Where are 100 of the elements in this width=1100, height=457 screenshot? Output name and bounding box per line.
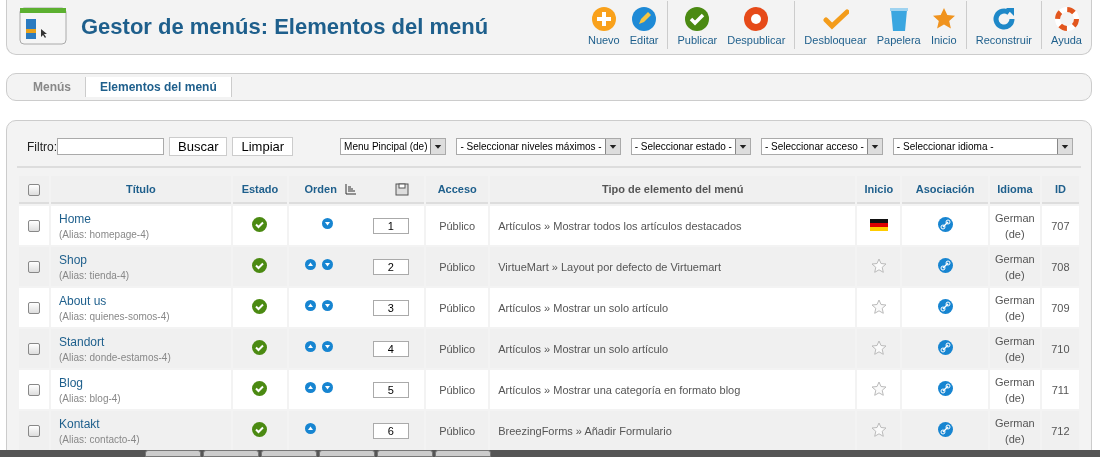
row-checkbox[interactable]	[28, 343, 40, 356]
order-field[interactable]: 2	[372, 258, 409, 275]
toolbar-button[interactable]: Editar	[624, 1, 664, 49]
order-field[interactable]: 1	[372, 217, 409, 234]
page-title: Gestor de menús: Elementos del menú	[81, 14, 490, 40]
published-icon[interactable]	[252, 299, 268, 314]
toolbar-button[interactable]: Inicio	[925, 1, 962, 49]
published-icon[interactable]	[252, 217, 268, 232]
select-all-checkbox[interactable]	[28, 183, 40, 196]
plus-icon	[590, 6, 617, 32]
move-down-icon[interactable]	[321, 258, 333, 270]
link-icon[interactable]	[937, 299, 953, 314]
link-icon[interactable]	[937, 422, 953, 437]
access-text: Público	[439, 219, 476, 232]
link-icon[interactable]	[937, 340, 953, 355]
alias-text: (Alias: homepage-4)	[59, 228, 151, 240]
star-icon[interactable]	[870, 421, 887, 438]
toolbar-button[interactable]: Papelera	[871, 1, 926, 49]
sort-icon[interactable]	[344, 183, 357, 195]
link-icon[interactable]	[937, 217, 953, 232]
star-icon[interactable]	[870, 298, 887, 315]
order-field[interactable]: 5	[372, 381, 409, 398]
row-checkbox[interactable]	[28, 261, 40, 274]
alias-text: (Alias: quienes-somos-4)	[59, 310, 171, 322]
order-field[interactable]: 4	[372, 340, 409, 357]
move-up-icon[interactable]	[304, 422, 316, 434]
toolbar-button[interactable]: Publicar	[672, 1, 723, 49]
order-field[interactable]: 3	[372, 299, 409, 316]
item-title-link[interactable]: Standort	[59, 334, 223, 349]
taskbar-button[interactable]	[203, 450, 259, 457]
item-title-link[interactable]: About us	[59, 293, 223, 308]
toolbar-button[interactable]: Nuevo	[582, 1, 625, 49]
published-icon[interactable]	[252, 340, 268, 355]
link-icon[interactable]	[937, 258, 953, 273]
alias-text: (Alias: donde-estamos-4)	[59, 351, 172, 363]
toolbar-button[interactable]: Reconstruir	[970, 1, 1037, 49]
submenu-link[interactable]: Elementos del menú	[86, 77, 232, 97]
row-checkbox[interactable]	[28, 220, 40, 233]
item-title-link[interactable]: Home	[59, 211, 223, 226]
star-icon[interactable]	[870, 257, 887, 274]
row-checkbox[interactable]	[28, 425, 40, 438]
star-icon[interactable]	[870, 380, 887, 397]
toolbar-button[interactable]: Despublicar	[722, 1, 791, 49]
order-field[interactable]: 6	[372, 422, 409, 439]
move-down-icon[interactable]	[321, 381, 333, 393]
column-header[interactable]: Título	[125, 183, 156, 195]
column-header[interactable]: Tipo de elemento del menú	[601, 183, 744, 195]
column-header[interactable]: Estado	[241, 183, 279, 195]
published-icon[interactable]	[252, 381, 268, 396]
filter-dropdown[interactable]: - Seleccionar estado -	[630, 138, 751, 155]
access-text: Público	[439, 424, 476, 437]
toolbar-button[interactable]: Ayuda	[1046, 1, 1087, 49]
taskbar-button[interactable]	[377, 450, 433, 457]
star-icon[interactable]	[870, 339, 887, 356]
check-icon	[684, 6, 711, 32]
row-checkbox[interactable]	[28, 302, 40, 315]
move-up-icon[interactable]	[304, 299, 316, 311]
move-down-icon[interactable]	[321, 217, 333, 229]
taskbar-button[interactable]	[261, 450, 317, 457]
published-icon[interactable]	[252, 422, 268, 437]
save-icon[interactable]	[394, 182, 409, 196]
column-header[interactable]: Idioma	[997, 183, 1033, 195]
access-text: Público	[439, 383, 476, 396]
item-type-text: Artículos » Mostrar una categoría en formato blog	[498, 383, 741, 396]
item-type-text: Artículos » Mostrar todos los artículos destacados	[498, 219, 742, 232]
move-up-icon[interactable]	[304, 381, 316, 393]
move-down-icon[interactable]	[321, 299, 333, 311]
column-header[interactable]: Asociación	[915, 183, 975, 195]
search-button[interactable]: Buscar	[169, 137, 228, 156]
column-header[interactable]: Acceso	[437, 183, 477, 195]
move-up-icon[interactable]	[304, 340, 316, 352]
id-text: 708	[1051, 260, 1070, 273]
link-icon[interactable]	[937, 381, 953, 396]
filter-dropdown[interactable]: - Seleccionar idioma -	[892, 138, 1073, 155]
filter-field[interactable]	[57, 138, 164, 155]
flag-icon[interactable]	[869, 218, 888, 231]
column-header[interactable]: Orden	[304, 183, 337, 195]
row-checkbox[interactable]	[28, 384, 40, 397]
filter-dropdown[interactable]: - Seleccionar niveles máximos -	[456, 138, 621, 155]
language-text: German (de)	[994, 210, 1036, 242]
item-title-link[interactable]: Blog	[59, 375, 223, 390]
taskbar-button[interactable]	[435, 450, 491, 457]
clear-button[interactable]: Limpiar	[232, 137, 294, 156]
item-title-link[interactable]: Shop	[59, 252, 223, 267]
item-type-text: Artículos » Mostrar un solo artículo	[498, 342, 669, 355]
stop-icon	[743, 6, 770, 32]
filter-dropdown[interactable]: Menu Pincipal (de)	[340, 138, 447, 155]
published-icon[interactable]	[252, 258, 268, 273]
item-title-link[interactable]: Kontakt	[59, 416, 223, 431]
column-header[interactable]: ID	[1054, 183, 1066, 195]
toolbar-button[interactable]: Desbloquear	[799, 1, 872, 49]
taskbar-button[interactable]	[319, 450, 375, 457]
item-type-text: Artículos » Mostrar un solo artículo	[498, 301, 669, 314]
column-header[interactable]: Inicio	[864, 183, 894, 195]
language-text: German (de)	[994, 251, 1036, 283]
move-down-icon[interactable]	[321, 340, 333, 352]
move-up-icon[interactable]	[304, 258, 316, 270]
alias-text: (Alias: blog-4)	[59, 392, 122, 404]
taskbar-button[interactable]	[145, 450, 201, 457]
filter-dropdown[interactable]: - Seleccionar acceso -	[760, 138, 883, 155]
